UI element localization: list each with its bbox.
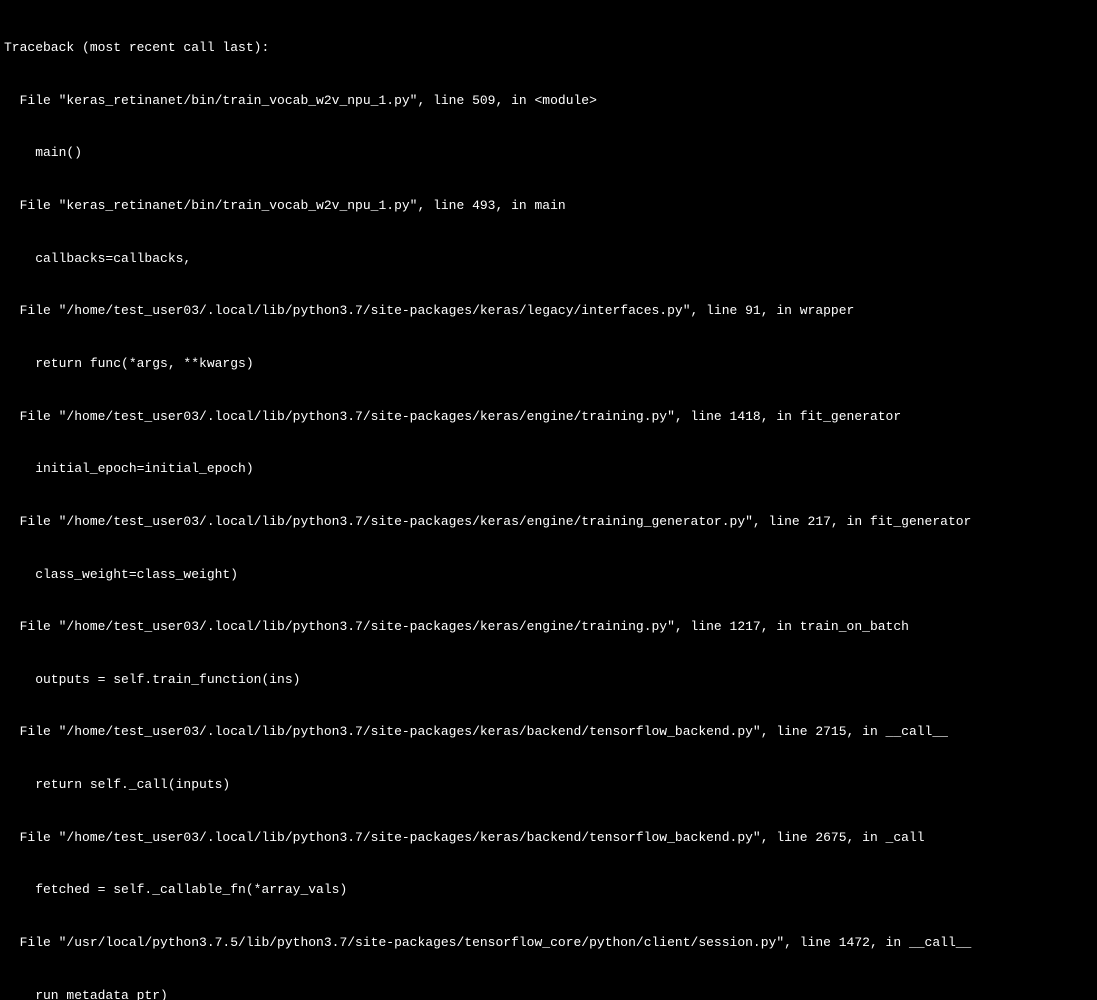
traceback-line: return self._call(inputs) — [4, 776, 1093, 794]
traceback-line: File "/home/test_user03/.local/lib/pytho… — [4, 408, 1093, 426]
traceback-line: main() — [4, 144, 1093, 162]
traceback-line: return func(*args, **kwargs) — [4, 355, 1093, 373]
traceback-line: File "/home/test_user03/.local/lib/pytho… — [4, 829, 1093, 847]
traceback-line: outputs = self.train_function(ins) — [4, 671, 1093, 689]
traceback-line: File "keras_retinanet/bin/train_vocab_w2… — [4, 197, 1093, 215]
traceback-header: Traceback (most recent call last): — [4, 39, 1093, 57]
traceback-line: File "keras_retinanet/bin/train_vocab_w2… — [4, 92, 1093, 110]
traceback-line: File "/usr/local/python3.7.5/lib/python3… — [4, 934, 1093, 952]
traceback-line: File "/home/test_user03/.local/lib/pytho… — [4, 618, 1093, 636]
traceback-line: callbacks=callbacks, — [4, 250, 1093, 268]
traceback-line: File "/home/test_user03/.local/lib/pytho… — [4, 723, 1093, 741]
traceback-line: fetched = self._callable_fn(*array_vals) — [4, 881, 1093, 899]
terminal-output: Traceback (most recent call last): File … — [4, 4, 1093, 1000]
traceback-line: class_weight=class_weight) — [4, 566, 1093, 584]
traceback-line: run_metadata_ptr) — [4, 987, 1093, 1000]
traceback-line: initial_epoch=initial_epoch) — [4, 460, 1093, 478]
traceback-line: File "/home/test_user03/.local/lib/pytho… — [4, 513, 1093, 531]
traceback-line: File "/home/test_user03/.local/lib/pytho… — [4, 302, 1093, 320]
